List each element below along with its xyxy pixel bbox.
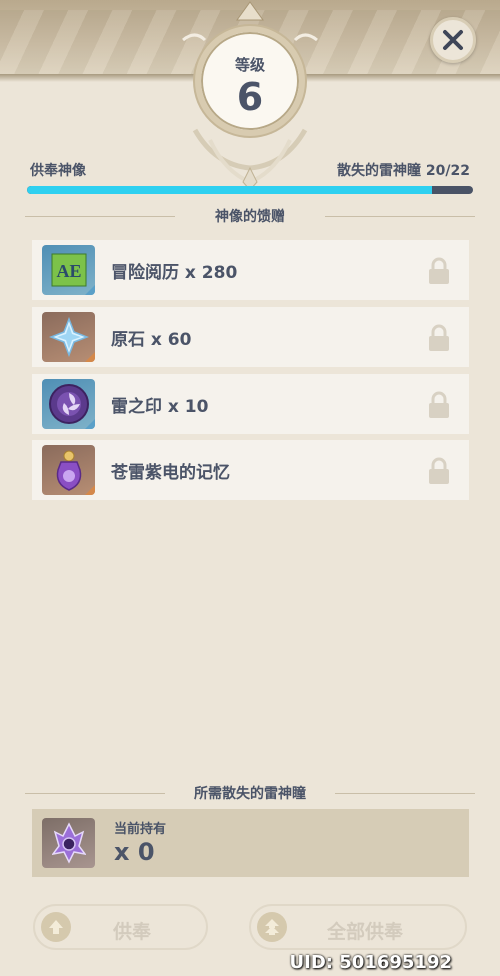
offering-progress-bar [27, 186, 473, 194]
reward-row-primogem: 原石 x 60 [32, 307, 469, 367]
level-value: 6 [236, 75, 264, 119]
divider-line [325, 216, 475, 217]
reward-name: 雷之印 x 10 [111, 397, 209, 417]
offer-button-label: 供奉 [113, 921, 152, 943]
held-count: x 0 [114, 838, 155, 866]
svg-text:AE: AE [56, 261, 81, 281]
divider-line [25, 793, 165, 794]
electro-sigil-icon [42, 379, 95, 429]
lock-icon [429, 457, 449, 484]
lock-icon [429, 391, 449, 418]
held-oculus-panel: 当前持有 x 0 [32, 809, 469, 877]
primogem-icon [42, 312, 95, 362]
offer-statue-label: 供奉神像 [30, 163, 86, 179]
held-label: 当前持有 [114, 822, 167, 837]
reward-row-electro-memory: 苍雷紫电的记忆 [32, 440, 469, 500]
oculus-label: 散失的雷神瞳 [337, 163, 422, 179]
close-icon [443, 30, 463, 50]
offering-progress-header: 供奉神像 散失的雷神瞳 20/22 [30, 160, 470, 182]
offer-all-button[interactable]: 全部供奉 [249, 904, 467, 950]
lock-icon [429, 324, 449, 351]
reward-row-adventure-exp: AE 冒险阅历 x 280 [32, 240, 469, 300]
divider-line [25, 216, 175, 217]
reward-row-electro-sigil: 雷之印 x 10 [32, 374, 469, 434]
oculus-progress-text: 散失的雷神瞳 20/22 [337, 160, 470, 180]
oculus-current: 20 [425, 163, 446, 179]
required-title: 所需散失的雷神瞳 [194, 786, 306, 802]
divider-line [335, 793, 475, 794]
reward-name: 原石 x 60 [111, 330, 192, 350]
lock-icon [429, 257, 449, 284]
reward-name: 苍雷紫电的记忆 [111, 463, 230, 483]
level-badge: 等级 6 [195, 26, 305, 136]
level-label: 等级 [234, 56, 265, 74]
offer-all-up-arrow-icon [257, 912, 287, 942]
electro-memory-icon [42, 445, 95, 495]
rewards-title: 神像的馈赠 [215, 209, 285, 225]
reward-name: 冒险阅历 x 280 [111, 263, 238, 283]
offer-all-button-label: 全部供奉 [327, 921, 404, 943]
electroculus-icon [42, 818, 95, 868]
required-section-title: 所需散失的雷神瞳 [25, 783, 475, 803]
offer-up-arrow-icon [41, 912, 71, 942]
uid-watermark: UID: 501695192 [289, 952, 452, 973]
offering-progress-fill [27, 186, 433, 194]
offer-button[interactable]: 供奉 [33, 904, 208, 950]
adventure-exp-icon: AE [42, 245, 95, 295]
oculus-total: 22 [450, 163, 470, 179]
rewards-section-title: 神像的馈赠 [25, 206, 475, 226]
close-button[interactable] [430, 17, 476, 63]
